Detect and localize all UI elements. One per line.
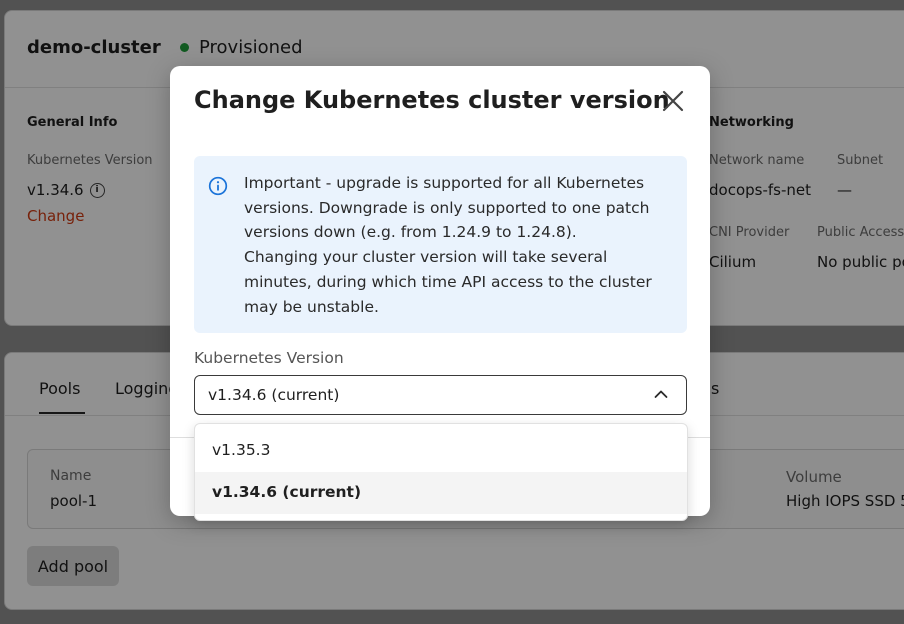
info-text: Important - upgrade is supported for all…: [244, 171, 674, 319]
version-option-selected[interactable]: v1.34.6 (current): [195, 472, 687, 514]
info-line: Important - upgrade is supported for all…: [244, 174, 650, 242]
version-options-list: v1.35.3 v1.34.6 (current): [194, 423, 688, 521]
chevron-up-icon: [654, 390, 668, 398]
selected-version: v1.34.6 (current): [208, 386, 340, 404]
option-label: v1.35.3: [212, 441, 271, 459]
info-circle-icon: [208, 176, 228, 196]
info-alert: Important - upgrade is supported for all…: [194, 156, 687, 333]
version-field-label: Kubernetes Version: [194, 349, 344, 367]
dialog-title: Change Kubernetes cluster version: [194, 86, 670, 114]
option-label: v1.34.6 (current): [212, 483, 362, 501]
info-line: Changing your cluster version will take …: [244, 248, 652, 316]
version-select[interactable]: v1.34.6 (current): [194, 375, 687, 415]
version-option[interactable]: v1.35.3: [195, 430, 687, 472]
close-icon[interactable]: [660, 88, 686, 114]
